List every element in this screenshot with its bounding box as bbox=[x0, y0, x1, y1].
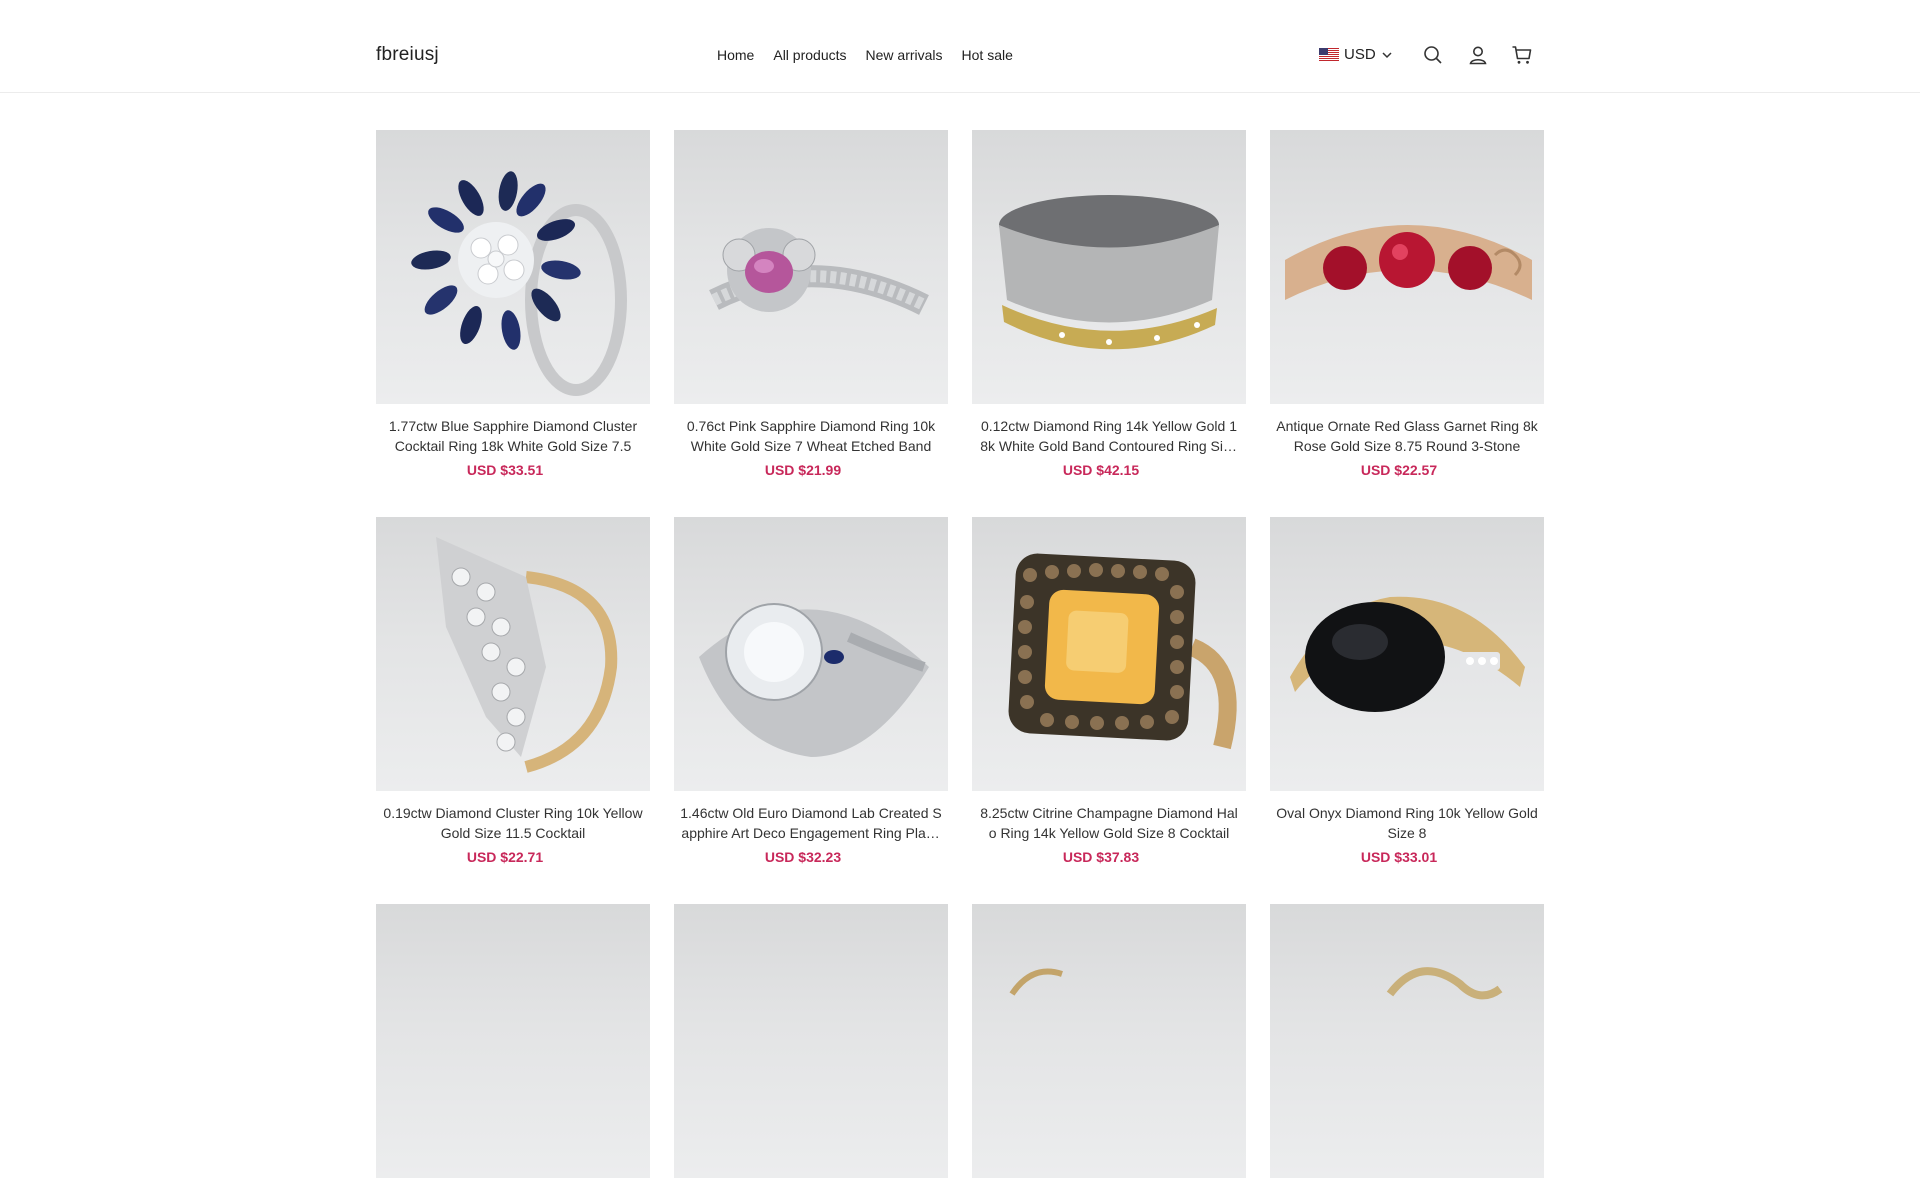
product-price: USD $22.57 bbox=[1360, 462, 1438, 478]
product-image[interactable] bbox=[1270, 130, 1544, 404]
product-title[interactable]: Antique Ornate Red Glass Garnet Ring 8k … bbox=[1270, 416, 1544, 456]
chevron-down-icon bbox=[1382, 51, 1392, 58]
product-image[interactable] bbox=[972, 904, 1246, 1178]
us-flag-icon bbox=[1319, 48, 1339, 61]
product-title[interactable]: 0.76ct Pink Sapphire Diamond Ring 10k Wh… bbox=[674, 416, 948, 456]
cart-icon[interactable] bbox=[1511, 44, 1533, 66]
product-price: USD $42.15 bbox=[1062, 462, 1140, 478]
main-nav: Home All products New arrivals Hot sale bbox=[717, 47, 1032, 63]
product-card[interactable]: 0.76ct Pink Sapphire Diamond Ring 10k Wh… bbox=[674, 130, 948, 483]
product-title[interactable]: 0.19ctw Diamond Cluster Ring 10k Yellow … bbox=[376, 803, 650, 843]
product-card[interactable] bbox=[674, 904, 948, 1178]
store-logo[interactable]: fbreiusj bbox=[376, 44, 439, 66]
product-image[interactable] bbox=[972, 130, 1246, 404]
product-image[interactable] bbox=[674, 517, 948, 791]
product-card[interactable]: 8.25ctw Citrine Champagne Diamond Halo R… bbox=[972, 517, 1246, 870]
product-image[interactable] bbox=[674, 904, 948, 1178]
product-image[interactable] bbox=[1270, 904, 1544, 1178]
product-price: USD $21.99 bbox=[764, 462, 842, 478]
product-image[interactable] bbox=[674, 130, 948, 404]
product-title[interactable]: 1.77ctw Blue Sapphire Diamond Cluster Co… bbox=[376, 416, 650, 456]
product-image[interactable] bbox=[376, 904, 650, 1178]
product-price: USD $22.71 bbox=[466, 849, 544, 865]
product-card[interactable] bbox=[376, 904, 650, 1178]
product-image[interactable] bbox=[376, 517, 650, 791]
product-image[interactable] bbox=[376, 130, 650, 404]
product-card[interactable] bbox=[972, 904, 1246, 1178]
nav-hot-sale[interactable]: Hot sale bbox=[962, 47, 1013, 63]
product-grid: 1.77ctw Blue Sapphire Diamond Cluster Co… bbox=[376, 130, 1544, 1178]
product-card[interactable] bbox=[1270, 904, 1544, 1178]
product-price: USD $33.01 bbox=[1360, 849, 1438, 865]
currency-code: USD bbox=[1344, 46, 1376, 63]
site-header: fbreiusj Home All products New arrivals … bbox=[0, 0, 1920, 93]
nav-new-arrivals[interactable]: New arrivals bbox=[866, 47, 943, 63]
product-title[interactable]: 1.46ctw Old Euro Diamond Lab Created Sap… bbox=[674, 803, 948, 843]
product-price: USD $37.83 bbox=[1062, 849, 1140, 865]
product-card[interactable]: 0.12ctw Diamond Ring 14k Yellow Gold 18k… bbox=[972, 130, 1246, 483]
product-image[interactable] bbox=[972, 517, 1246, 791]
account-icon[interactable] bbox=[1467, 44, 1489, 66]
product-card[interactable]: 1.46ctw Old Euro Diamond Lab Created Sap… bbox=[674, 517, 948, 870]
product-price: USD $33.51 bbox=[466, 462, 544, 478]
product-title[interactable]: 8.25ctw Citrine Champagne Diamond Halo R… bbox=[972, 803, 1246, 843]
product-card[interactable]: 1.77ctw Blue Sapphire Diamond Cluster Co… bbox=[376, 130, 650, 483]
search-icon[interactable] bbox=[1422, 44, 1444, 66]
currency-selector[interactable]: USD bbox=[1319, 46, 1393, 63]
nav-all-products[interactable]: All products bbox=[773, 47, 846, 63]
product-price: USD $32.23 bbox=[764, 849, 842, 865]
product-image[interactable] bbox=[1270, 517, 1544, 791]
product-card[interactable]: Oval Onyx Diamond Ring 10k Yellow Gold S… bbox=[1270, 517, 1544, 870]
product-card[interactable]: 0.19ctw Diamond Cluster Ring 10k Yellow … bbox=[376, 517, 650, 870]
nav-home[interactable]: Home bbox=[717, 47, 754, 63]
product-title[interactable]: 0.12ctw Diamond Ring 14k Yellow Gold 18k… bbox=[972, 416, 1246, 456]
product-card[interactable]: Antique Ornate Red Glass Garnet Ring 8k … bbox=[1270, 130, 1544, 483]
product-title[interactable]: Oval Onyx Diamond Ring 10k Yellow Gold S… bbox=[1270, 803, 1544, 843]
